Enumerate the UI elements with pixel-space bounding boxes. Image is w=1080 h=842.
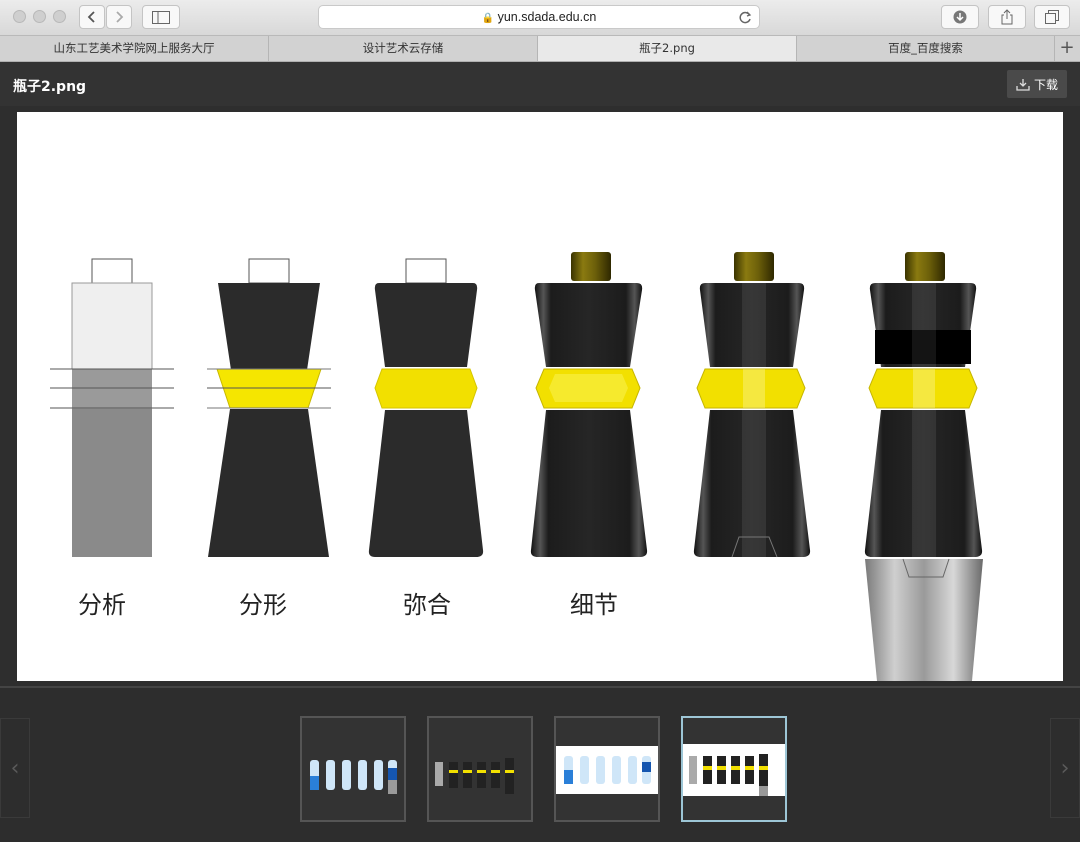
sidebar-button[interactable] xyxy=(142,5,180,29)
minimize-window-button[interactable] xyxy=(33,10,46,23)
label-split-form: 分形 xyxy=(239,591,287,619)
tabs-icon xyxy=(1045,10,1059,24)
prev-image-button[interactable]: ‹ xyxy=(0,718,30,818)
browser-toolbar: 🔒 yun.sdada.edu.cn xyxy=(0,0,1080,36)
label-blend: 弥合 xyxy=(403,591,451,619)
thumbnail-3[interactable] xyxy=(554,716,660,822)
bottle-design-image: 分析 分形 弥合 细节 xyxy=(50,252,983,681)
bottle-detail xyxy=(530,252,648,557)
chevron-right-icon: › xyxy=(1060,755,1070,781)
share-icon xyxy=(1001,9,1013,25)
bottle-refined xyxy=(693,252,811,558)
share-button[interactable] xyxy=(988,5,1026,29)
image-preview: 分析 分形 弥合 细节 xyxy=(17,112,1063,681)
chevron-right-icon xyxy=(116,11,124,23)
label-detail: 细节 xyxy=(570,591,618,619)
file-title: 瓶子2.png xyxy=(13,79,87,95)
bottle-split-form xyxy=(207,258,331,557)
tab-bar: 山东工艺美术学院网上服务大厅 设计艺术云存储 瓶子2.png 百度_百度搜索 + xyxy=(0,36,1080,62)
address-bar[interactable]: 🔒 yun.sdada.edu.cn xyxy=(318,5,760,29)
viewer-header: 瓶子2.png 下载 xyxy=(0,62,1080,106)
back-button[interactable] xyxy=(79,5,105,29)
bottle-analysis xyxy=(50,258,174,557)
label-analysis: 分析 xyxy=(78,591,126,619)
download-label: 下载 xyxy=(1033,77,1058,92)
download-icon xyxy=(1016,78,1030,91)
thumbnail-2[interactable] xyxy=(427,716,533,822)
next-image-button[interactable]: › xyxy=(1050,718,1080,818)
download-button[interactable]: 下载 xyxy=(1007,70,1067,98)
downloads-button[interactable] xyxy=(941,5,979,29)
tabs-overview-button[interactable] xyxy=(1034,5,1070,29)
tab-service-hall[interactable]: 山东工艺美术学院网上服务大厅 xyxy=(0,36,269,61)
close-window-button[interactable] xyxy=(13,10,26,23)
chevron-left-icon: ‹ xyxy=(10,755,20,781)
sidebar-icon xyxy=(152,10,170,24)
reload-icon[interactable] xyxy=(739,11,752,24)
thumbnail-4[interactable] xyxy=(681,716,787,822)
bottle-blend xyxy=(368,258,484,557)
bottle-final xyxy=(864,252,983,681)
tab-cloud-storage[interactable]: 设计艺术云存储 xyxy=(269,36,538,61)
download-circle-icon xyxy=(953,10,967,24)
lock-icon: 🔒 xyxy=(481,13,495,24)
tab-image[interactable]: 瓶子2.png xyxy=(538,36,797,61)
thumbnail-1[interactable] xyxy=(300,716,406,822)
thumbnail-strip: ‹ › xyxy=(0,688,1080,842)
chevron-left-icon xyxy=(87,11,95,23)
zoom-window-button[interactable] xyxy=(53,10,66,23)
forward-button[interactable] xyxy=(106,5,132,29)
url-text: yun.sdada.edu.cn xyxy=(497,10,597,24)
tab-baidu[interactable]: 百度_百度搜索 xyxy=(797,36,1055,61)
new-tab-button[interactable]: + xyxy=(1055,36,1079,61)
